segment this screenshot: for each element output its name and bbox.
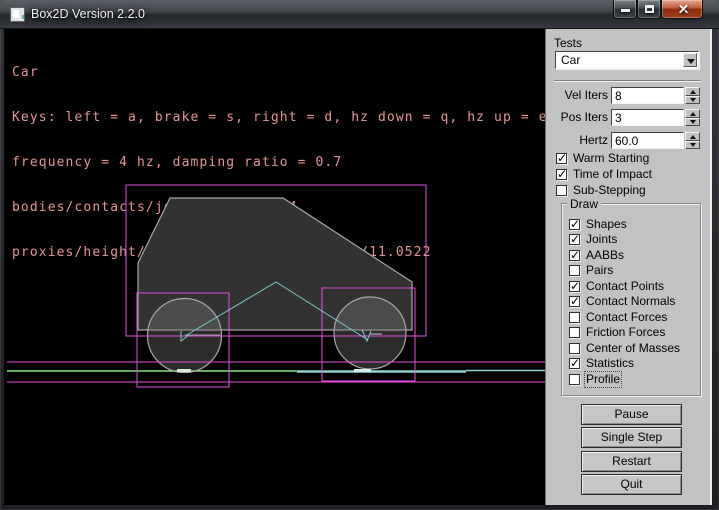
test-select-value: Car bbox=[561, 52, 580, 68]
close-icon bbox=[678, 4, 688, 14]
checkbox-box bbox=[569, 219, 580, 230]
window-title: Box2D Version 2.2.0 bbox=[31, 0, 145, 29]
checkbox-box bbox=[556, 185, 567, 196]
hertz-input[interactable] bbox=[611, 132, 684, 149]
vel-iters-label: Vel Iters bbox=[546, 87, 608, 104]
checkbox-box bbox=[569, 327, 580, 338]
test-select-dropdown[interactable]: Car bbox=[555, 51, 699, 69]
simulation-canvas[interactable]: Car Keys: left = a, brake = s, right = d… bbox=[4, 29, 545, 505]
separator bbox=[554, 80, 701, 82]
checkbox-box bbox=[569, 343, 580, 354]
vel-iters-input[interactable] bbox=[611, 87, 684, 104]
checkbox-label: Profile bbox=[586, 373, 620, 386]
title-bar[interactable]: Box2D Version 2.2.0 bbox=[0, 0, 719, 29]
checkbox-box bbox=[569, 265, 580, 276]
checkbox-label: Joints bbox=[586, 233, 617, 246]
checkbox-label: Pairs bbox=[586, 264, 613, 277]
checkbox-label: Contact Points bbox=[586, 280, 664, 293]
pause-button[interactable]: Pause bbox=[581, 404, 682, 425]
checkbox-label: Center of Masses bbox=[586, 342, 680, 355]
vel-iters-up-button[interactable] bbox=[685, 87, 700, 96]
client-area: Car Keys: left = a, brake = s, right = d… bbox=[4, 29, 712, 505]
checkbox-label: Contact Forces bbox=[586, 311, 667, 324]
checkbox-box bbox=[569, 250, 580, 261]
draw-group: Draw Shapes Joints AABBs Pairs bbox=[561, 203, 701, 396]
checkbox-box bbox=[556, 153, 567, 164]
pos-iters-spinner bbox=[685, 109, 700, 126]
checkbox-label: Friction Forces bbox=[586, 326, 665, 339]
checkbox-box bbox=[569, 374, 580, 385]
checkbox-label: Statistics bbox=[586, 357, 634, 370]
control-panel: Tests Car Vel Iters Pos Iters bbox=[545, 29, 712, 505]
front-contact-point bbox=[354, 369, 371, 372]
pos-iters-input[interactable] bbox=[611, 109, 684, 126]
hertz-spinner bbox=[685, 132, 700, 149]
tests-label: Tests bbox=[554, 36, 582, 50]
app-icon[interactable] bbox=[10, 7, 25, 22]
rear-contact-point bbox=[177, 369, 191, 372]
minimize-icon bbox=[621, 9, 630, 12]
checkbox-label: Contact Normals bbox=[586, 295, 675, 308]
hertz-label: Hertz bbox=[546, 132, 608, 149]
checkbox-box bbox=[569, 234, 580, 245]
maximize-button[interactable] bbox=[637, 0, 661, 19]
checkbox-label: Shapes bbox=[586, 218, 627, 231]
close-button[interactable] bbox=[661, 0, 703, 19]
maximize-icon bbox=[645, 5, 654, 13]
app-window: Box2D Version 2.2.0 Car Keys: left = a, … bbox=[0, 0, 719, 510]
checkbox-box bbox=[556, 169, 567, 180]
hertz-down-button[interactable] bbox=[685, 141, 700, 150]
single-step-button[interactable]: Single Step bbox=[581, 427, 682, 448]
checkbox-box bbox=[569, 281, 580, 292]
hertz-up-button[interactable] bbox=[685, 132, 700, 141]
pos-iters-label: Pos Iters bbox=[546, 109, 608, 126]
dropdown-arrow-icon[interactable] bbox=[683, 53, 697, 67]
quit-button[interactable]: Quit bbox=[581, 474, 682, 495]
checkbox-box bbox=[569, 312, 580, 323]
checkbox-label: Time of Impact bbox=[573, 168, 652, 181]
vel-iters-spinner bbox=[685, 87, 700, 104]
vel-iters-down-button[interactable] bbox=[685, 96, 700, 105]
checkbox-box bbox=[569, 296, 580, 307]
pos-iters-up-button[interactable] bbox=[685, 109, 700, 118]
draw-group-title: Draw bbox=[567, 197, 601, 211]
restart-button[interactable]: Restart bbox=[581, 451, 682, 472]
checkbox-label: Warm Starting bbox=[573, 152, 649, 165]
checkbox-label: AABBs bbox=[586, 249, 624, 262]
debug-draw-scene bbox=[4, 29, 545, 505]
minimize-button[interactable] bbox=[613, 0, 637, 19]
checkbox-box bbox=[569, 358, 580, 369]
pos-iters-down-button[interactable] bbox=[685, 118, 700, 127]
checkbox-label: Sub-Stepping bbox=[573, 184, 646, 197]
